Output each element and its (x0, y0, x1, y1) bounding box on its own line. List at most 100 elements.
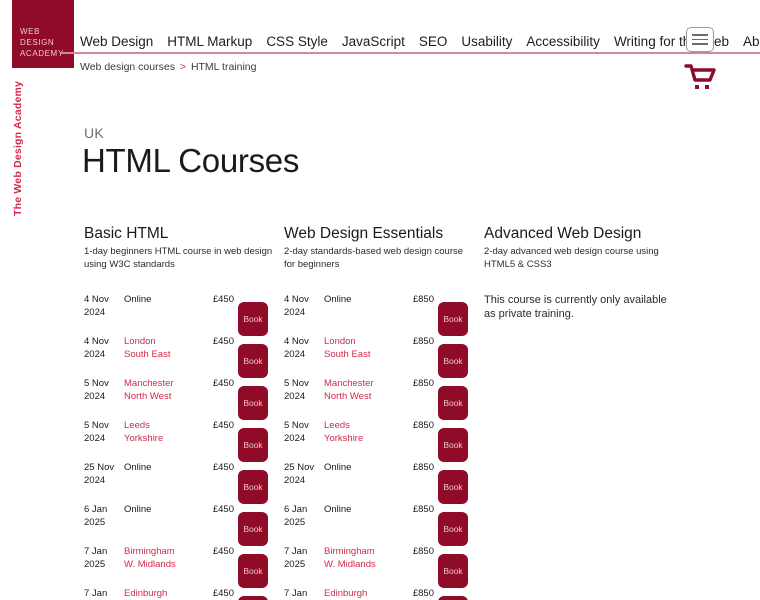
site-logo[interactable]: WEB DESIGN ACADEMY (12, 0, 74, 68)
course-venue-city: London (324, 336, 356, 347)
course-venue-region: North West (124, 390, 172, 402)
course-date-day: 5 Nov (84, 420, 109, 431)
course-title: Web Design Essentials (284, 225, 444, 242)
course-venue-city: Edinburgh (124, 588, 168, 599)
book-button[interactable]: Book (438, 554, 468, 588)
course-date-year: 2025 (84, 558, 106, 570)
nav-item-html-markup[interactable]: HTML Markup (167, 34, 252, 49)
page-root: WEB DESIGN ACADEMY The Web Design Academ… (0, 0, 760, 600)
course-date-day: 7 Jan (284, 588, 308, 599)
course-venue-region: South East (124, 348, 171, 360)
course-availability-note: This course is currently only available … (484, 294, 667, 320)
hamburger-bar-1 (692, 34, 708, 36)
nav-item-javascript[interactable]: JavaScript (342, 34, 405, 49)
shopping-cart-icon[interactable] (684, 62, 718, 94)
course-venue[interactable]: Leeds Yorkshire (124, 420, 196, 445)
course-price: £850 (412, 504, 434, 515)
course-date: 7 Jan 2025 (84, 546, 124, 571)
course-column-basic-html: Basic HTML 1-day beginners HTML course i… (84, 224, 284, 600)
course-price: £450 (212, 336, 234, 347)
course-venue[interactable]: Manchester North West (324, 378, 396, 403)
course-price: £450 (212, 546, 234, 557)
course-venue-city: London (124, 336, 156, 347)
course-venue[interactable]: Edinburgh Scotland (124, 588, 196, 600)
course-venue[interactable]: London South East (324, 336, 396, 361)
course-date-list: 4 Nov 2024 Online £850 Book 4 Nov 2024 L… (284, 290, 484, 600)
book-button[interactable]: Book (238, 344, 268, 378)
book-button[interactable]: Book (438, 386, 468, 420)
course-venue: Online (124, 462, 196, 475)
book-button[interactable]: Book (438, 302, 468, 336)
book-button[interactable]: Book (238, 302, 268, 336)
book-button[interactable]: Book (438, 470, 468, 504)
course-date-year: 2024 (84, 474, 106, 486)
nav-item-usability[interactable]: Usability (461, 34, 512, 49)
course-venue[interactable]: Leeds Yorkshire (324, 420, 396, 445)
book-button[interactable]: Book (438, 596, 468, 600)
course-price: £450 (212, 420, 234, 431)
course-row: 7 Jan 2025 Birmingham W. Midlands £450 B… (84, 542, 284, 588)
nav-item-about[interactable]: About (743, 34, 760, 49)
book-button[interactable]: Book (438, 428, 468, 462)
course-price: £450 (212, 378, 234, 389)
course-column-web-design-essentials: Web Design Essentials 2-day standards-ba… (284, 224, 484, 600)
book-button[interactable]: Book (238, 512, 268, 546)
course-venue[interactable]: Manchester North West (124, 378, 196, 403)
course-venue[interactable]: Birmingham W. Midlands (124, 546, 196, 571)
course-venue-city: Online (124, 294, 152, 305)
course-row: 6 Jan 2025 Online £850 Book (284, 500, 484, 546)
hamburger-bar-2 (692, 38, 708, 41)
hamburger-bar-3 (692, 43, 708, 45)
course-price: £850 (412, 546, 434, 557)
course-date: 5 Nov 2024 (84, 420, 124, 445)
nav-item-seo[interactable]: SEO (419, 34, 448, 49)
course-venue[interactable]: Birmingham W. Midlands (324, 546, 396, 571)
course-price: £850 (412, 588, 434, 599)
course-venue-city: Online (324, 462, 352, 473)
book-button[interactable]: Book (238, 554, 268, 588)
course-title: Basic HTML (84, 225, 169, 242)
course-date-year: 2024 (84, 432, 106, 444)
course-venue-city: Manchester (324, 378, 374, 389)
course-venue: Online (124, 504, 196, 517)
book-button[interactable]: Book (438, 512, 468, 546)
book-button[interactable]: Book (238, 596, 268, 600)
course-row: 5 Nov 2024 Manchester North West £450 Bo… (84, 374, 284, 420)
course-venue-city: Online (324, 504, 352, 515)
course-row: 4 Nov 2024 Online £450 Book (84, 290, 284, 336)
breadcrumb-parent[interactable]: Web design courses (80, 61, 175, 73)
course-venue[interactable]: Edinburgh Scotland (324, 588, 396, 600)
book-button[interactable]: Book (238, 470, 268, 504)
course-venue: Online (324, 462, 396, 475)
course-date-day: 4 Nov (284, 294, 309, 305)
breadcrumb: Web design courses > HTML training (80, 61, 257, 73)
book-button[interactable]: Book (438, 344, 468, 378)
nav-item-web-design[interactable]: Web Design (80, 34, 153, 49)
course-venue[interactable]: London South East (124, 336, 196, 361)
logo-line-1: WEB (20, 27, 41, 36)
course-row: 5 Nov 2024 Leeds Yorkshire £850 Book (284, 416, 484, 462)
course-date-year: 2024 (284, 348, 306, 360)
course-date-day: 4 Nov (284, 336, 309, 347)
course-row: 25 Nov 2024 Online £450 Book (84, 458, 284, 504)
course-venue-city: Edinburgh (324, 588, 368, 599)
logo-line-2: DESIGN (20, 38, 55, 47)
hamburger-icon[interactable] (686, 27, 714, 52)
course-row: 4 Nov 2024 London South East £850 Book (284, 332, 484, 378)
course-venue-city: Online (124, 504, 152, 515)
nav-item-css-style[interactable]: CSS Style (266, 34, 328, 49)
course-venue: Online (324, 504, 396, 517)
nav-item-accessibility[interactable]: Accessibility (526, 34, 600, 49)
course-venue-region: W. Midlands (324, 558, 376, 570)
book-button[interactable]: Book (238, 386, 268, 420)
course-row: 6 Jan 2025 Online £450 Book (84, 500, 284, 546)
course-date-day: 7 Jan (84, 588, 108, 599)
course-date-day: 25 Nov (84, 462, 115, 473)
course-row: 7 Jan 2025 Edinburgh Scotland £450 Book (84, 584, 284, 600)
book-button[interactable]: Book (238, 428, 268, 462)
course-row: 7 Jan 2025 Birmingham W. Midlands £850 B… (284, 542, 484, 588)
course-venue-city: Manchester (124, 378, 174, 389)
course-date-year: 2024 (284, 306, 306, 318)
course-row: 4 Nov 2024 London South East £450 Book (84, 332, 284, 378)
course-date: 25 Nov 2024 (84, 462, 124, 487)
